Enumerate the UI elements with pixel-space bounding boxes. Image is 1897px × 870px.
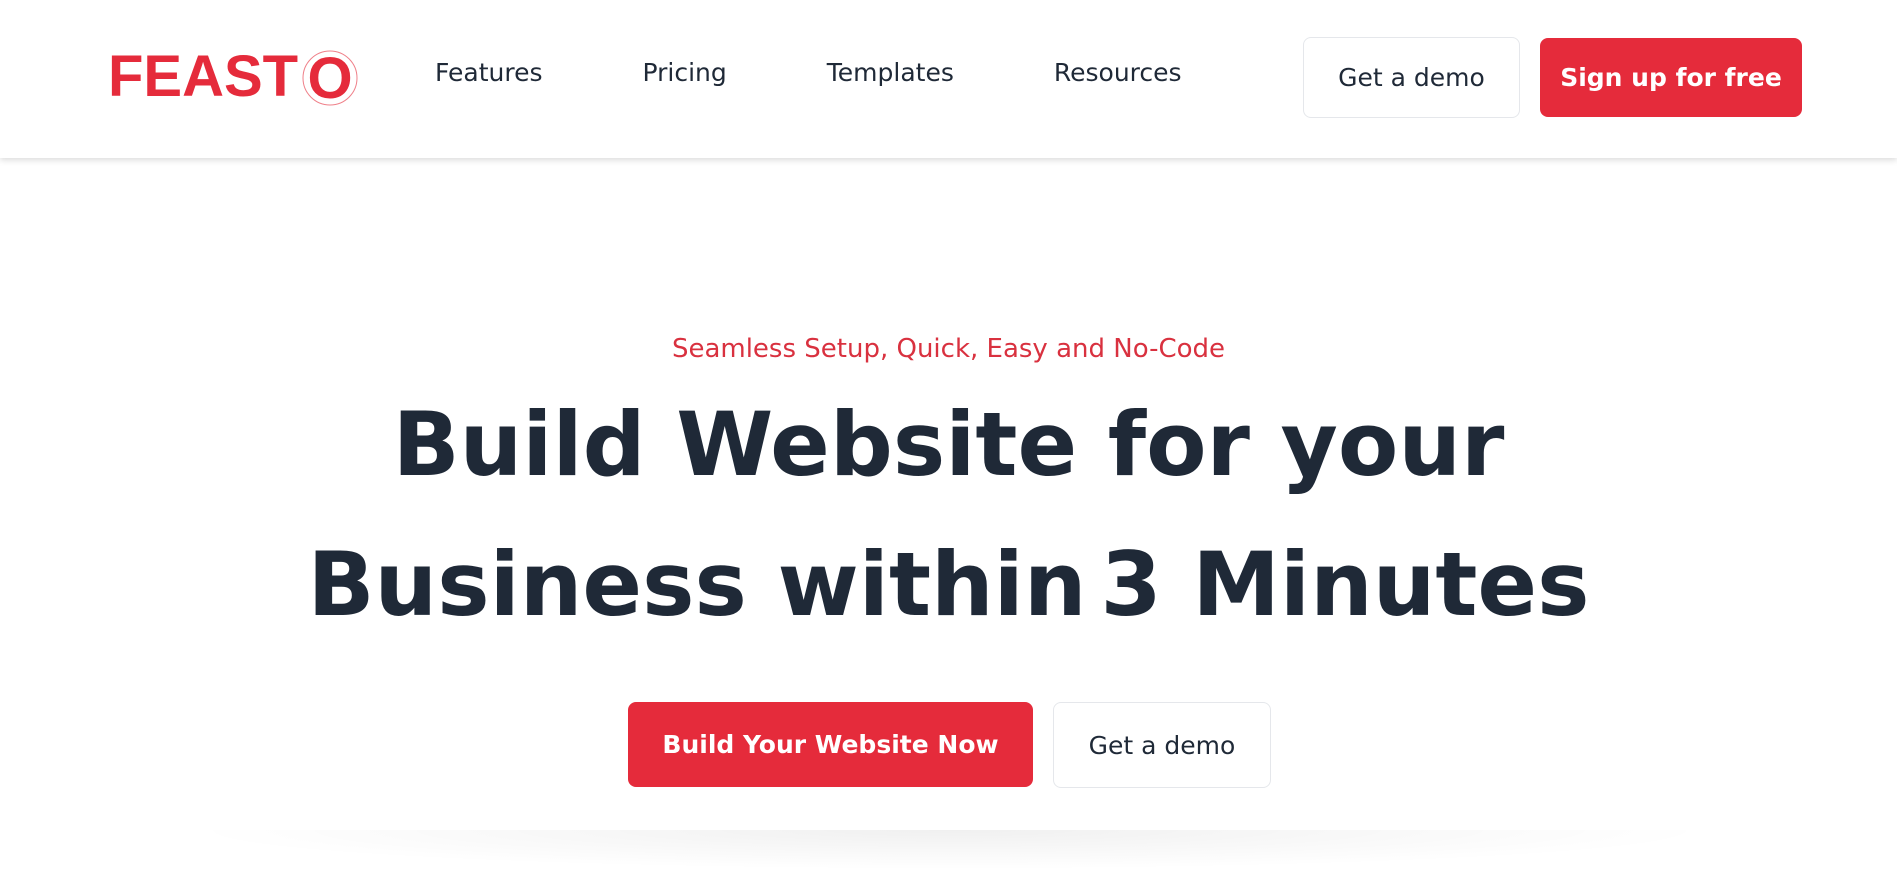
hero-headline-line-1: Build Website for your [392, 393, 1505, 496]
main-nav: Features Pricing Templates Resources [435, 58, 1182, 87]
logo-o-mark: O [300, 48, 358, 108]
logo-o-letter: O [308, 48, 353, 108]
headline-prefix: Business within [307, 533, 1087, 636]
hero-headline-line-2: Business within 3 Minutes [0, 541, 1897, 641]
hero-tagline: Seamless Setup, Quick, Easy and No-Code [671, 334, 1226, 364]
logo-text: FEAST [108, 44, 299, 109]
feasto-logo[interactable]: FEAST O [108, 44, 358, 110]
nav-link-pricing[interactable]: Pricing [643, 58, 727, 87]
headline-highlight-text: 3 Minutes [1100, 533, 1590, 636]
sign-up-button[interactable]: Sign up for free [1540, 38, 1802, 117]
nav-link-features[interactable]: Features [435, 58, 543, 87]
hero-section: Seamless Setup, Quick, Easy and No-Code … [0, 158, 1897, 870]
nav-link-templates[interactable]: Templates [827, 58, 954, 87]
hero-cta-row: Build Your Website Now Get a demo [628, 702, 1271, 788]
headline-highlight: 3 Minutes [1100, 541, 1590, 641]
top-navbar: FEAST O Features Pricing Templates Resou… [0, 0, 1897, 158]
get-a-demo-button[interactable]: Get a demo [1303, 37, 1520, 118]
build-website-button[interactable]: Build Your Website Now [628, 702, 1033, 787]
preview-shadow [180, 830, 1720, 870]
hero-get-a-demo-button[interactable]: Get a demo [1053, 702, 1271, 788]
nav-link-resources[interactable]: Resources [1054, 58, 1182, 87]
